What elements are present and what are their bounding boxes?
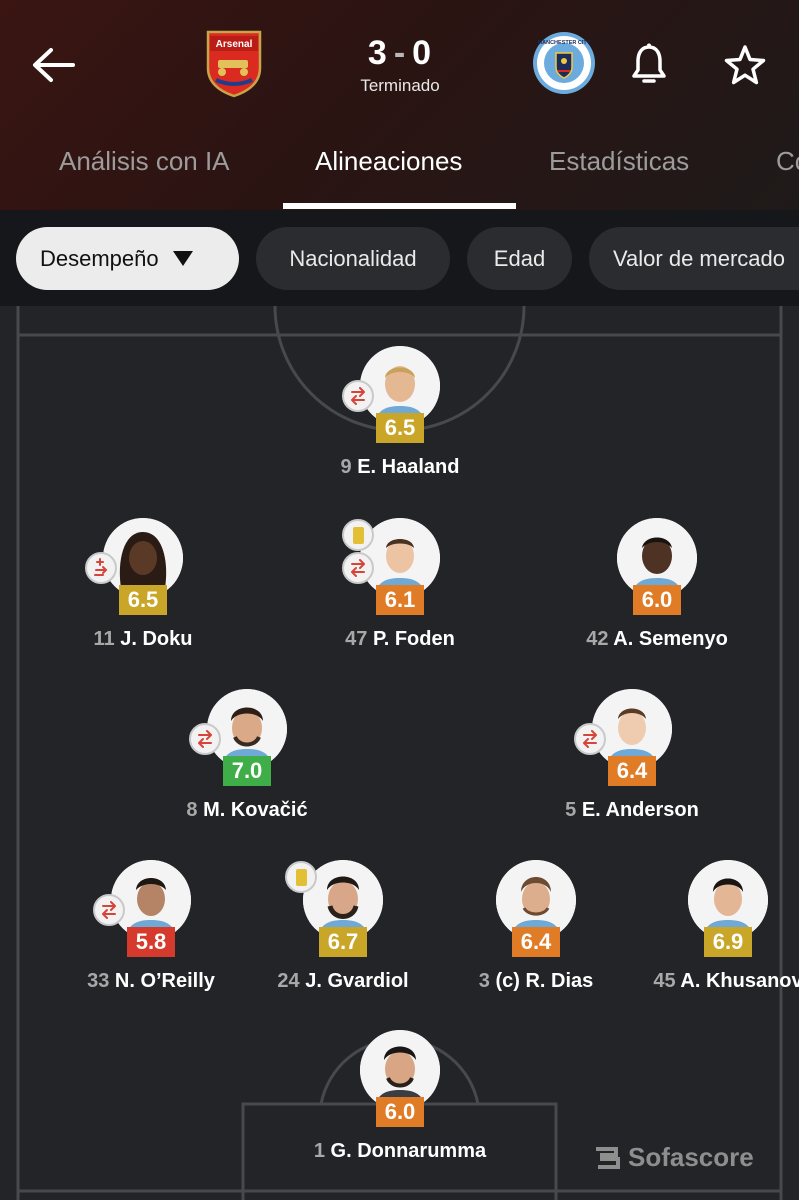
player-name-line: 45 A. Khusanov <box>618 970 799 993</box>
player-name: A. Semenyo <box>613 628 728 650</box>
filter-market-value[interactable]: Valor de mercado <box>589 227 799 290</box>
match-status: Terminado <box>360 76 440 95</box>
player-name-line: 47 P. Foden <box>290 628 510 651</box>
substitution-icon <box>342 552 374 584</box>
tab-ai-analysis[interactable]: Análisis con IA <box>59 146 230 177</box>
player-name: (c) R. Dias <box>495 970 594 992</box>
player-name: M. Kovačić <box>203 799 308 821</box>
player-name-line: 42 A. Semenyo <box>547 628 767 651</box>
score: 3-0 <box>340 34 460 73</box>
filter-age[interactable]: Edad <box>467 227 572 290</box>
player-number: 1 <box>313 1140 325 1162</box>
tab-more[interactable]: Co <box>776 146 799 177</box>
player-name-line: 24 J. Gvardiol <box>233 970 453 993</box>
notifications-button[interactable] <box>628 42 670 88</box>
filter-performance-label: Desempeño <box>40 245 159 271</box>
player-rating: 6.5 <box>119 585 167 615</box>
arsenal-crest-icon: Arsenal <box>206 30 262 98</box>
filter-performance[interactable]: Desempeño <box>16 227 239 290</box>
score-separator: - <box>393 34 407 72</box>
filter-age-label: Edad <box>493 245 546 271</box>
match-header: Arsenal 3-0 Terminado MANCHESTER CITY An… <box>0 0 799 210</box>
player-name-line: 33 N. O’Reilly <box>41 970 261 993</box>
pitch: 6.5 9 E. Haaland 6.5 11 J. Doku 6.1 47 P… <box>0 306 799 1200</box>
player-rating: 6.7 <box>319 927 367 957</box>
player-number: 11 <box>93 628 115 650</box>
player-rating: 6.0 <box>633 585 681 615</box>
player-name: P. Foden <box>372 628 455 650</box>
substitution-icon <box>342 380 374 412</box>
player-rating: 7.0 <box>223 756 271 786</box>
substitution-icon <box>574 723 606 755</box>
player-number: 8 <box>186 799 198 821</box>
player-name-line: 3 (c) R. Dias <box>426 970 646 993</box>
sofascore-logo-icon <box>596 1146 620 1169</box>
player-rating: 5.8 <box>127 927 175 957</box>
player-rating: 6.4 <box>512 927 560 957</box>
manchester-city-crest-icon: MANCHESTER CITY <box>533 32 595 94</box>
player-name-line: 8 M. Kovačić <box>137 799 357 822</box>
tab-statistics[interactable]: Estadísticas <box>549 146 689 177</box>
player-number: 3 <box>478 970 490 992</box>
player-rating: 6.9 <box>704 927 752 957</box>
player-number: 47 <box>345 628 368 650</box>
bell-icon <box>632 43 666 83</box>
player-number: 45 <box>653 970 676 992</box>
score-home: 3 <box>367 34 388 72</box>
player-name: J. Doku <box>120 628 193 650</box>
player-name: G. Donnarumma <box>330 1140 487 1162</box>
arrow-left-icon <box>33 48 75 82</box>
filter-nationality[interactable]: Nacionalidad <box>256 227 450 290</box>
player-name-line: 11 J. Doku <box>33 628 253 651</box>
favorite-button[interactable] <box>722 42 768 88</box>
caret-down-icon <box>172 251 193 266</box>
player-number: 42 <box>586 628 609 650</box>
watermark-text: Sofascore <box>628 1142 754 1172</box>
tab-bar: Análisis con IA Alineaciones Estadística… <box>0 130 799 210</box>
home-team-crest[interactable]: Arsenal <box>204 30 264 98</box>
filter-nationality-label: Nacionalidad <box>289 245 417 271</box>
player-number: 9 <box>340 456 352 478</box>
filter-bar: Desempeño Nacionalidad Edad Valor de mer… <box>0 210 799 306</box>
player-name: A. Khusanov <box>680 970 799 992</box>
player-name-line: 5 E. Anderson <box>522 799 742 822</box>
away-crest-text: MANCHESTER CITY <box>538 40 591 46</box>
player-rating: 6.1 <box>376 585 424 615</box>
player-name: E. Anderson <box>581 799 699 821</box>
player-name: E. Haaland <box>357 456 460 478</box>
yellow-card-icon <box>342 519 374 551</box>
star-icon <box>724 45 766 85</box>
sofascore-watermark: Sofascore <box>594 1142 754 1173</box>
player-number: 33 <box>87 970 110 992</box>
player-rating: 6.5 <box>376 413 424 443</box>
player-name-line: 9 E. Haaland <box>290 456 510 479</box>
player-number: 24 <box>277 970 300 992</box>
score-away: 0 <box>412 34 433 72</box>
player-number: 5 <box>565 799 577 821</box>
home-crest-text: Arsenal <box>216 39 253 50</box>
player-name: J. Gvardiol <box>305 970 409 992</box>
substitution-icon <box>189 723 221 755</box>
away-team-crest[interactable]: MANCHESTER CITY <box>532 31 596 95</box>
player-name-line: 1 G. Donnarumma <box>290 1140 510 1163</box>
tab-lineups[interactable]: Alineaciones <box>315 146 462 177</box>
active-tab-indicator <box>283 203 516 209</box>
yellow-card-icon <box>285 861 317 893</box>
filter-market-value-label: Valor de mercado <box>613 245 786 271</box>
player-rating: 6.4 <box>608 756 656 786</box>
player-name: N. O’Reilly <box>114 970 215 992</box>
substitution-icon <box>93 894 125 926</box>
player-rating: 6.0 <box>376 1097 424 1127</box>
substitution-plus-minus-icon <box>85 552 117 584</box>
back-button[interactable] <box>28 42 78 88</box>
